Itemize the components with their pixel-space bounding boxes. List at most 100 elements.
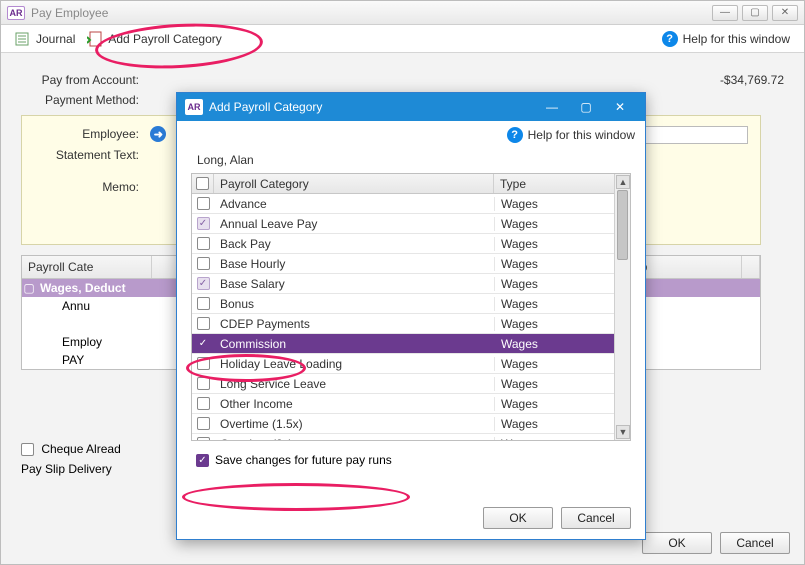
- dialog-help-link[interactable]: Help for this window: [528, 128, 635, 142]
- category-row[interactable]: BonusWages: [192, 294, 614, 314]
- header-checkbox[interactable]: [196, 177, 209, 190]
- row-category-label: Commission: [214, 337, 494, 351]
- label-employee: Employee:: [34, 127, 139, 141]
- row-category-label: Base Salary: [214, 277, 494, 291]
- grid-col-end: [742, 256, 760, 278]
- scroll-thumb[interactable]: [617, 190, 628, 260]
- dialog-maximize-button[interactable]: ▢: [569, 97, 603, 117]
- close-button[interactable]: ✕: [772, 5, 798, 21]
- row-type-label: Wages: [494, 297, 614, 311]
- row-type-label: Wages: [494, 217, 614, 231]
- row-checkbox[interactable]: ✓: [197, 217, 210, 230]
- category-row[interactable]: ✓ Base SalaryWages: [192, 274, 614, 294]
- grid-row-1[interactable]: Annu: [22, 299, 90, 313]
- grid-row-3[interactable]: PAY: [22, 353, 84, 367]
- scroll-down-icon[interactable]: ▼: [616, 425, 630, 439]
- row-category-label: Base Hourly: [214, 257, 494, 271]
- row-checkbox[interactable]: [197, 357, 210, 370]
- category-row[interactable]: Other IncomeWages: [192, 394, 614, 414]
- row-type-label: Wages: [494, 337, 614, 351]
- save-future-checkbox[interactable]: ✓: [196, 454, 209, 467]
- row-type-label: Wages: [494, 437, 614, 441]
- category-row[interactable]: ✓ Annual Leave PayWages: [192, 214, 614, 234]
- label-pay-from: Pay from Account:: [21, 73, 139, 87]
- grid-group[interactable]: Wages, Deduct: [36, 281, 126, 295]
- help-icon: ?: [662, 31, 678, 47]
- maximize-button[interactable]: ▢: [742, 5, 768, 21]
- category-row[interactable]: Holiday Leave LoadingWages: [192, 354, 614, 374]
- row-category-label: Bonus: [214, 297, 494, 311]
- toolbar-help[interactable]: ? Help for this window: [656, 29, 796, 49]
- minimize-button[interactable]: —: [712, 5, 738, 21]
- dialog-employee-name: Long, Alan: [191, 149, 631, 173]
- row-checkbox[interactable]: [197, 377, 210, 390]
- row-checkbox[interactable]: [197, 237, 210, 250]
- row-category-label: Advance: [214, 197, 494, 211]
- category-row[interactable]: CDEP PaymentsWages: [192, 314, 614, 334]
- row-checkbox[interactable]: ✓: [197, 337, 210, 350]
- outer-ok-button[interactable]: OK: [642, 532, 712, 554]
- dialog-close-button[interactable]: ✕: [603, 97, 637, 117]
- dialog-cancel-button[interactable]: Cancel: [561, 507, 631, 529]
- dialog-minimize-button[interactable]: —: [535, 97, 569, 117]
- row-checkbox[interactable]: [197, 197, 210, 210]
- category-row[interactable]: Long Service LeaveWages: [192, 374, 614, 394]
- dialog-title: Add Payroll Category: [209, 100, 322, 114]
- row-checkbox[interactable]: [197, 297, 210, 310]
- outer-titlebar: AR Pay Employee — ▢ ✕: [1, 1, 804, 25]
- category-row[interactable]: Back PayWages: [192, 234, 614, 254]
- row-type-label: Wages: [494, 277, 614, 291]
- category-row[interactable]: Base HourlyWages: [192, 254, 614, 274]
- row-category-label: Annual Leave Pay: [214, 217, 494, 231]
- grid-row-2[interactable]: Employ: [22, 335, 102, 349]
- toolbar-help-label: Help for this window: [683, 32, 790, 46]
- toolbar: Journal Add Payroll Category ? Help for …: [1, 25, 804, 53]
- row-checkbox[interactable]: [197, 397, 210, 410]
- grid-col-category[interactable]: Payroll Cate: [22, 256, 152, 278]
- row-checkbox[interactable]: ✓: [197, 277, 210, 290]
- row-type-label: Wages: [494, 317, 614, 331]
- outer-cancel-button[interactable]: Cancel: [720, 532, 790, 554]
- dialog-help-icon: ?: [507, 127, 523, 143]
- row-type-label: Wages: [494, 197, 614, 211]
- cheque-already-checkbox[interactable]: [21, 443, 34, 456]
- label-cheque-already: Cheque Alread: [41, 442, 120, 456]
- add-payroll-category-dialog: AR Add Payroll Category — ▢ ✕ ? Help for…: [176, 92, 646, 540]
- app-badge: AR: [7, 6, 25, 20]
- column-category[interactable]: Payroll Category: [214, 174, 494, 193]
- category-row[interactable]: Overtime (2x)Wages: [192, 434, 614, 440]
- employee-picker-icon[interactable]: ➜: [150, 126, 166, 142]
- column-type[interactable]: Type: [494, 174, 614, 193]
- row-category-label: CDEP Payments: [214, 317, 494, 331]
- label-statement: Statement Text:: [34, 148, 139, 162]
- row-type-label: Wages: [494, 357, 614, 371]
- scroll-up-icon[interactable]: ▲: [616, 175, 630, 189]
- category-row[interactable]: Overtime (1.5x)Wages: [192, 414, 614, 434]
- toolbar-journal[interactable]: Journal: [9, 29, 81, 49]
- row-checkbox[interactable]: [197, 317, 210, 330]
- row-type-label: Wages: [494, 377, 614, 391]
- row-category-label: Holiday Leave Loading: [214, 357, 494, 371]
- row-checkbox[interactable]: [197, 437, 210, 440]
- row-category-label: Long Service Leave: [214, 377, 494, 391]
- row-checkbox[interactable]: [197, 257, 210, 270]
- row-checkbox[interactable]: [197, 417, 210, 430]
- toolbar-add-payroll-category[interactable]: Add Payroll Category: [81, 29, 227, 49]
- window-title: Pay Employee: [31, 6, 108, 20]
- row-category-label: Other Income: [214, 397, 494, 411]
- row-type-label: Wages: [494, 417, 614, 431]
- dialog-ok-button[interactable]: OK: [483, 507, 553, 529]
- label-pay-method: Payment Method:: [21, 93, 139, 107]
- row-category-label: Overtime (2x): [214, 437, 494, 441]
- toolbar-add-category-label: Add Payroll Category: [108, 32, 221, 46]
- scrollbar[interactable]: ▲ ▼: [614, 174, 630, 440]
- row-type-label: Wages: [494, 397, 614, 411]
- row-type-label: Wages: [494, 257, 614, 271]
- label-payslip-delivery: Pay Slip Delivery: [21, 462, 112, 476]
- row-type-label: Wages: [494, 237, 614, 251]
- category-row[interactable]: AdvanceWages: [192, 194, 614, 214]
- dialog-titlebar: AR Add Payroll Category — ▢ ✕: [177, 93, 645, 121]
- dialog-badge: AR: [185, 99, 203, 115]
- category-row[interactable]: ✓ CommissionWages: [192, 334, 614, 354]
- journal-icon: [15, 31, 31, 47]
